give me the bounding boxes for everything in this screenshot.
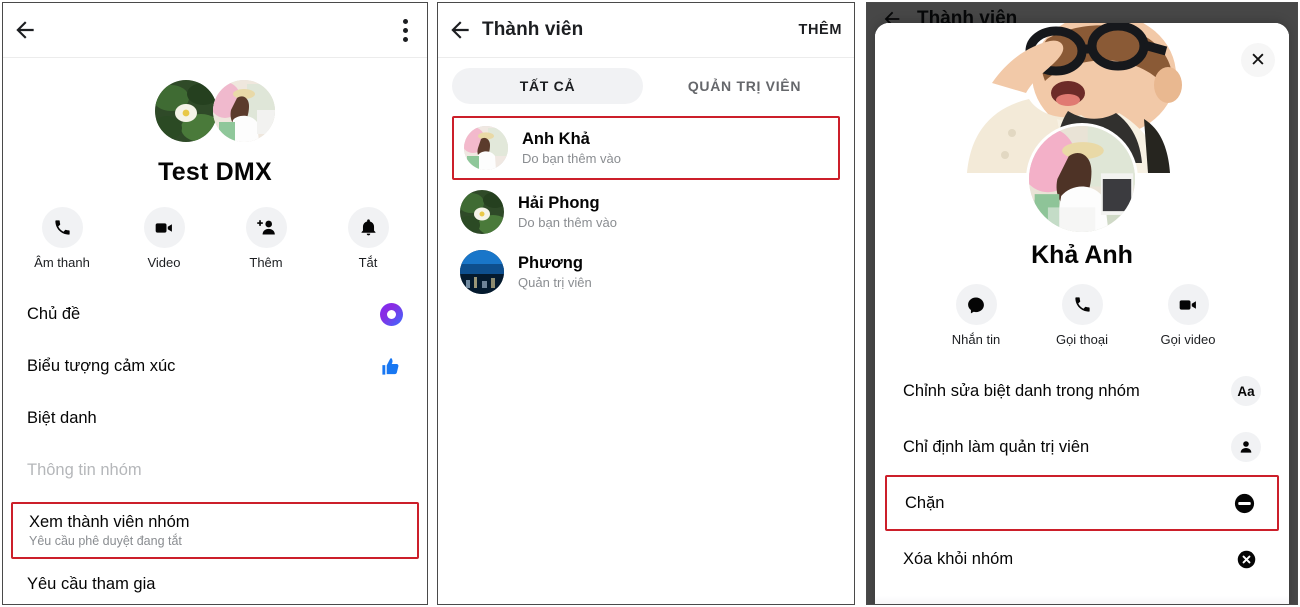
profile-action-label: Nhắn tin — [951, 332, 1001, 347]
row-title: Xóa khỏi nhóm — [903, 549, 1014, 568]
quick-action-label: Tắt — [358, 255, 378, 270]
quick-action-video[interactable]: Video — [132, 207, 196, 270]
member-name: Anh Khả — [522, 130, 590, 148]
member-name: Phương — [518, 254, 583, 272]
row-theme[interactable]: Chủ đề — [3, 288, 427, 340]
page-title: Thành viên — [482, 19, 584, 40]
row-title: Chỉ định làm quản trị viên — [903, 437, 1090, 456]
row-title: Thông tin nhóm — [27, 460, 142, 479]
text-format-icon: Aa — [1231, 376, 1261, 406]
quick-action-label: Video — [147, 255, 181, 270]
row-join-requests[interactable]: Yêu cầu tham gia — [3, 575, 427, 594]
row-block[interactable]: Chặn — [885, 475, 1279, 531]
group-avatar-woman — [213, 80, 275, 142]
quick-actions-row: Âm thanh Video Thêm Tắt — [3, 207, 427, 270]
profile-action-message[interactable]: Nhắn tin — [944, 284, 1008, 347]
block-icon — [1229, 488, 1259, 518]
quick-action-audio[interactable]: Âm thanh — [30, 207, 94, 270]
quick-action-add[interactable]: Thêm — [234, 207, 298, 270]
profile-bottom-sheet: ✕ Khả Anh Nhắn tin Gọi thoại Gọi video C… — [875, 23, 1289, 604]
back-button[interactable] — [438, 8, 482, 52]
avatar — [460, 250, 504, 294]
member-subtitle: Do bạn thêm vào — [522, 151, 622, 166]
video-camera-icon — [143, 207, 185, 248]
member-subtitle: Do bạn thêm vào — [518, 215, 618, 230]
member-row-anh-kha[interactable]: Anh Khả Do bạn thêm vào — [452, 116, 840, 180]
woman-in-white-photo — [1029, 126, 1135, 232]
theme-color-dot-icon — [380, 302, 403, 326]
tab-all[interactable]: TẤT CẢ — [452, 68, 643, 104]
row-title: Xem thành viên nhóm — [29, 513, 190, 531]
panel-members-list: Thành viên THÊM TẤT CẢ QUẢN TRỊ VIÊN Anh… — [437, 2, 855, 605]
add-member-button[interactable]: THÊM — [799, 22, 842, 38]
row-remove-from-group[interactable]: Xóa khỏi nhóm — [875, 531, 1289, 587]
row-title: Chỉnh sửa biệt danh trong nhóm — [903, 381, 1140, 400]
avatar — [464, 126, 508, 170]
profile-avatar[interactable] — [1026, 123, 1138, 235]
row-edit-nickname[interactable]: Chỉnh sửa biệt danh trong nhóm Aa — [875, 363, 1289, 419]
quick-action-label: Thêm — [249, 255, 283, 270]
lotus-flower-photo — [460, 190, 504, 234]
message-bubble-icon — [955, 284, 997, 325]
row-title: Chặn — [905, 493, 945, 512]
phone-icon — [41, 207, 83, 248]
member-name: Hải Phong — [518, 194, 600, 212]
add-person-icon — [245, 207, 287, 248]
member-subtitle: Quản trị viên — [518, 275, 592, 290]
night-cityscape-photo — [460, 250, 504, 294]
row-view-members[interactable]: Xem thành viên nhóm Yêu cầu phê duyệt đa… — [11, 502, 419, 559]
row-group-info[interactable]: Thông tin nhóm — [3, 444, 427, 496]
quick-action-mute[interactable]: Tắt — [336, 207, 400, 270]
remove-circle-icon — [1231, 544, 1261, 574]
panel-group-details: Test DMX Âm thanh Video Thêm Tắt Chủ đề … — [2, 2, 428, 605]
profile-action-label: Gọi video — [1160, 332, 1216, 347]
row-title: Biệt danh — [27, 408, 97, 427]
woman-in-white-photo — [464, 126, 508, 170]
row-title: Biểu tượng cảm xúc — [27, 356, 176, 375]
profile-action-voice-call[interactable]: Gọi thoại — [1050, 284, 1114, 347]
group-avatar-lotus — [155, 80, 217, 142]
profile-name: Khả Anh — [1031, 241, 1133, 269]
person-icon — [1231, 432, 1261, 462]
panel2-appbar: Thành viên THÊM — [438, 3, 854, 58]
video-camera-icon — [1167, 284, 1209, 325]
phone-icon — [1061, 284, 1103, 325]
close-button[interactable]: ✕ — [1241, 43, 1275, 77]
row-nickname[interactable]: Biệt danh — [3, 392, 427, 444]
row-title: Chủ đề — [27, 304, 81, 323]
profile-action-video-call[interactable]: Gọi video — [1156, 284, 1220, 347]
bell-icon — [347, 207, 389, 248]
panel-member-profile-sheet: Thành viên — [866, 2, 1298, 605]
group-avatar-stack[interactable] — [155, 80, 275, 142]
group-hero: Test DMX Âm thanh Video Thêm Tắt — [3, 58, 427, 270]
avatar — [460, 190, 504, 234]
sheet-bottom-fade — [875, 596, 1289, 604]
group-name: Test DMX — [158, 158, 272, 186]
profile-action-label: Gọi thoại — [1055, 332, 1109, 347]
overflow-menu-icon — [402, 18, 408, 42]
tab-admins[interactable]: QUẢN TRỊ VIÊN — [649, 68, 840, 104]
profile-actions-row: Nhắn tin Gọi thoại Gọi video — [875, 284, 1289, 347]
woman-in-white-photo — [213, 80, 275, 142]
member-row-hai-phong[interactable]: Hải Phong Do bạn thêm vào — [438, 182, 854, 242]
quick-action-label: Âm thanh — [34, 255, 90, 270]
row-make-admin[interactable]: Chỉ định làm quản trị viên — [875, 419, 1289, 475]
members-list: Anh Khả Do bạn thêm vào Hải Phong Do bạn… — [438, 112, 854, 306]
row-emoji[interactable]: Biểu tượng cảm xúc — [3, 340, 427, 392]
back-arrow-icon — [451, 21, 469, 39]
lotus-flower-photo — [155, 80, 217, 142]
overflow-menu-button[interactable] — [383, 8, 427, 52]
row-subtitle: Yêu cầu phê duyệt đang tắt — [29, 534, 182, 548]
back-button[interactable] — [3, 8, 47, 52]
back-arrow-icon — [16, 21, 34, 39]
thumbs-up-icon — [382, 357, 399, 375]
screenshot-stage: Test DMX Âm thanh Video Thêm Tắt Chủ đề … — [0, 0, 1300, 607]
profile-action-rows: Chỉnh sửa biệt danh trong nhóm Aa Chỉ đị… — [875, 363, 1289, 587]
member-row-phuong[interactable]: Phương Quản trị viên — [438, 242, 854, 302]
panel1-appbar — [3, 3, 427, 58]
group-settings-rows: Chủ đề Biểu tượng cảm xúc Biệt danh Thôn… — [3, 288, 427, 594]
members-tabs: TẤT CẢ QUẢN TRỊ VIÊN — [438, 58, 854, 112]
